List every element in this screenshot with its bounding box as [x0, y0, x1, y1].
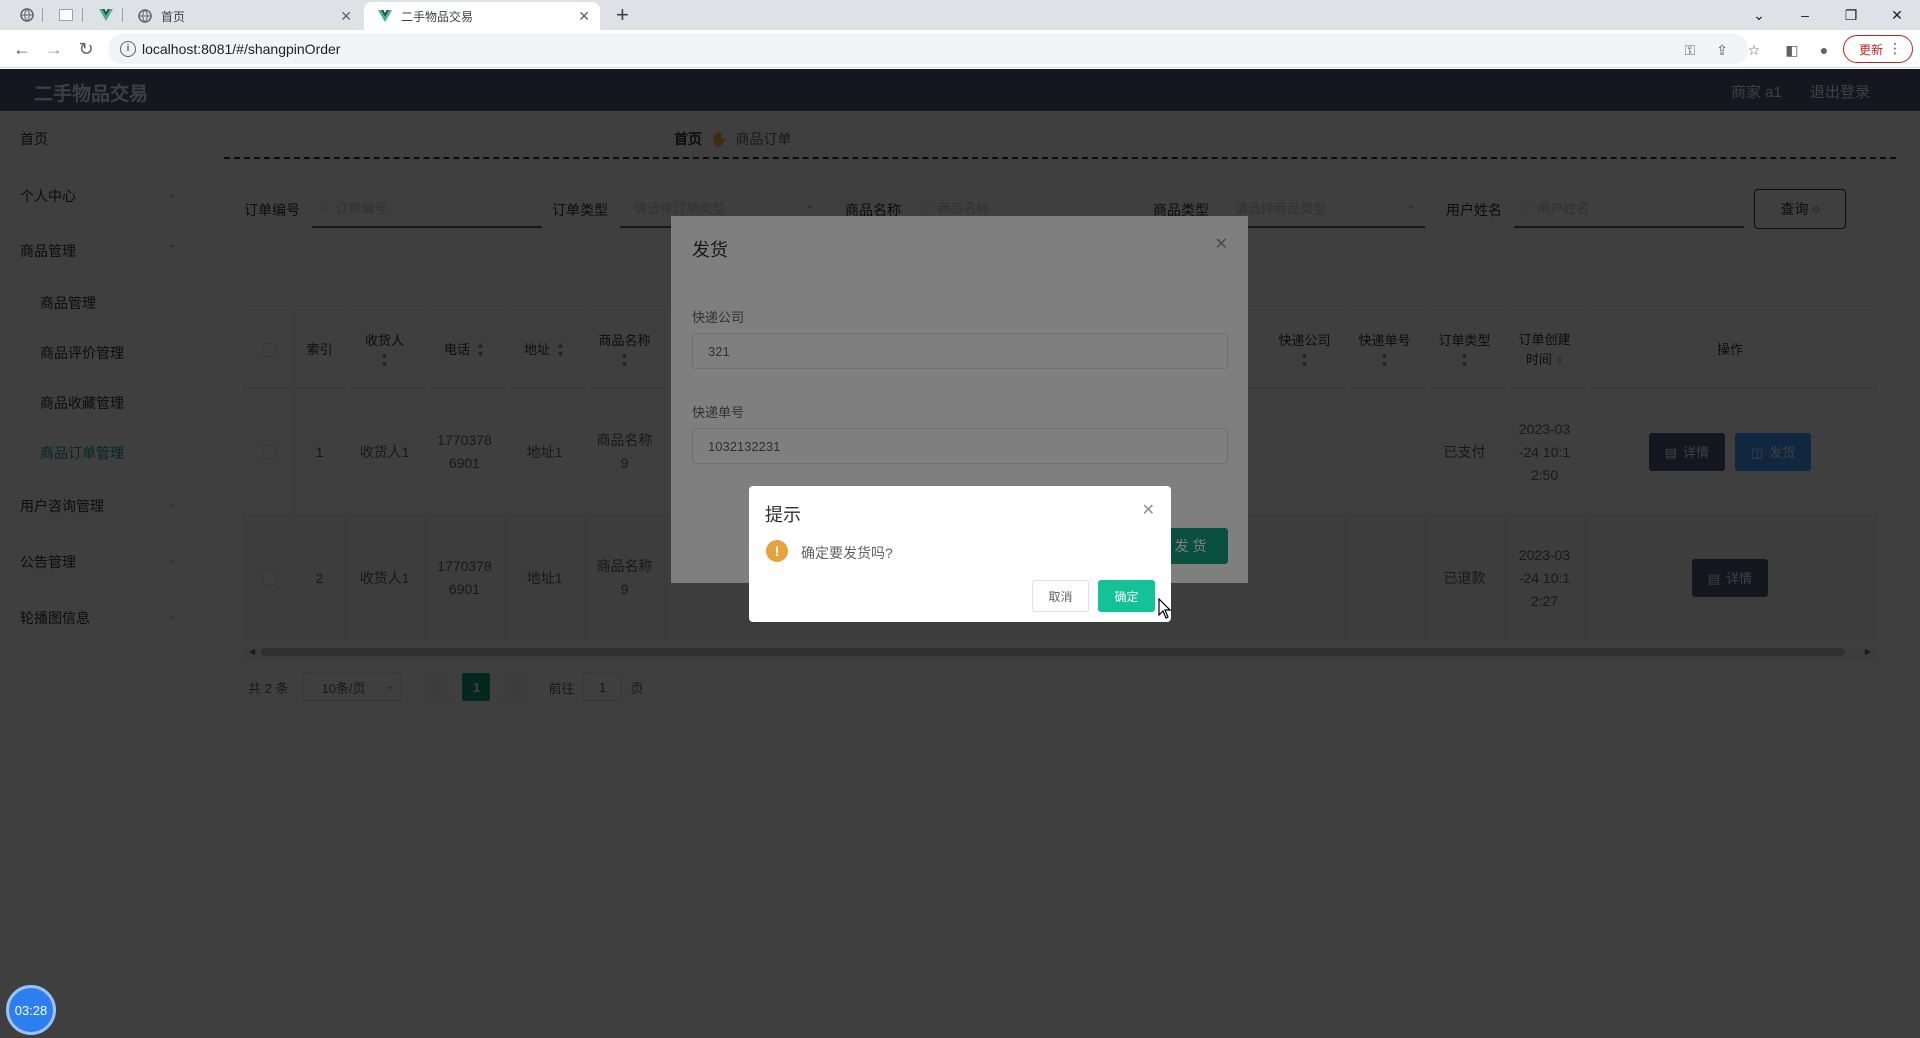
site-info-icon[interactable]: i	[120, 41, 136, 57]
side-panel-icon[interactable]: ◧	[1784, 42, 1800, 58]
new-tab-icon[interactable]: +	[616, 3, 629, 27]
tab-home[interactable]: 首页 ✕	[130, 2, 362, 30]
confirm-title: 提示	[765, 505, 801, 525]
close-window-icon[interactable]: ✕	[1874, 0, 1920, 30]
update-button[interactable]: 更新 ⋮	[1843, 35, 1913, 63]
globe-icon	[138, 9, 152, 23]
forward-icon[interactable]: →	[42, 37, 66, 61]
confirm-dialog: 提示 ✕ ! 确定要发货吗? 取消 确定	[749, 486, 1171, 622]
tab-close-icon[interactable]: ✕	[578, 8, 590, 25]
tab-search-icon[interactable]: ⌄	[1736, 0, 1782, 30]
key-icon[interactable]: ⚿	[1682, 42, 1698, 58]
mouse-cursor-icon	[1158, 598, 1172, 619]
browser-toolbar: ← → ↻ i localhost:8081/#/shangpinOrder ⚿…	[0, 30, 1920, 68]
vue-icon	[378, 9, 392, 23]
restore-icon[interactable]: ❐	[1828, 0, 1874, 30]
close-icon[interactable]: ✕	[1142, 500, 1155, 520]
url-text[interactable]: localhost:8081/#/shangpinOrder	[142, 41, 340, 57]
pinned-tab-blank-icon[interactable]	[55, 4, 77, 26]
bookmark-star-icon[interactable]: ☆	[1746, 42, 1762, 58]
update-label: 更新	[1859, 42, 1884, 57]
tab-active[interactable]: 二手物品交易 ✕	[364, 2, 600, 30]
pinned-tab-vue-icon[interactable]	[95, 4, 117, 26]
confirm-message: 确定要发货吗?	[801, 545, 893, 561]
minimize-icon[interactable]: –	[1782, 0, 1828, 30]
share-icon[interactable]: ⇪	[1714, 42, 1730, 58]
tab-title: 首页	[161, 9, 186, 24]
menu-dots-icon: ⋮	[1888, 40, 1902, 56]
timer-badge[interactable]: 03:28	[6, 985, 56, 1035]
browser-tabbar: 首页 ✕ 二手物品交易 ✕ + ⌄ – ❐ ✕	[0, 0, 1920, 30]
cancel-button[interactable]: 取消	[1032, 580, 1089, 612]
reload-icon[interactable]: ↻	[74, 37, 98, 61]
tab-title: 二手物品交易	[401, 9, 474, 24]
profile-avatar-icon[interactable]: ●	[1816, 42, 1832, 58]
confirm-ok-button[interactable]: 确定	[1098, 580, 1155, 612]
address-bar[interactable]: i localhost:8081/#/shangpinOrder	[108, 34, 1748, 64]
warning-icon: !	[766, 540, 788, 562]
back-icon[interactable]: ←	[10, 37, 34, 61]
pinned-tab-globe-icon[interactable]	[16, 4, 38, 26]
tab-close-icon[interactable]: ✕	[340, 8, 352, 25]
